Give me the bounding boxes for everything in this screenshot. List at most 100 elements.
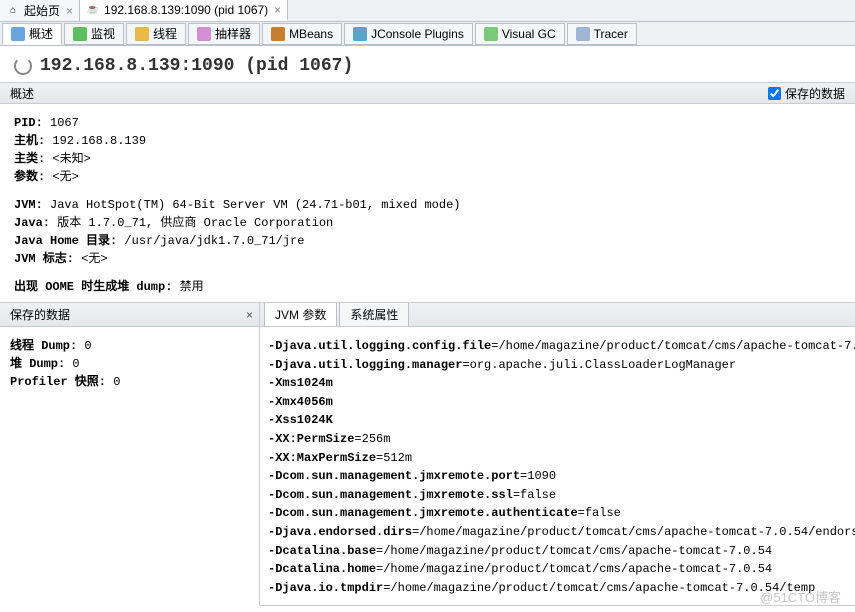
profiler-value: 0 (113, 375, 120, 389)
threads-icon (135, 27, 149, 41)
tab-overview[interactable]: 概述 (2, 23, 62, 45)
jvm-arg-row: -Djava.util.logging.manager=org.apache.j… (268, 356, 847, 375)
jvm-arg-value: =org.apache.juli.ClassLoaderLogManager (462, 358, 736, 372)
tab-threads[interactable]: 线程 (126, 23, 186, 45)
args-label: 参数: (14, 170, 45, 184)
jvm-arg-value: =256m (354, 432, 390, 446)
javahome-value: /usr/java/jdk1.7.0_71/jre (124, 234, 304, 248)
jvmflags-label: JVM 标志: (14, 252, 74, 266)
tab-jconsole[interactable]: JConsole Plugins (344, 23, 473, 45)
mainclass-value: <未知> (52, 152, 90, 166)
tab-mbeans[interactable]: MBeans (262, 23, 342, 45)
host-value: 192.168.8.139 (52, 134, 146, 148)
divider (260, 605, 855, 606)
tab-monitor[interactable]: 监视 (64, 23, 124, 45)
save-data-label: 保存的数据 (785, 85, 845, 102)
oome-label: 出现 OOME 时生成堆 dump: (14, 280, 172, 294)
jvm-arg-key: -Djava.endorsed.dirs (268, 525, 412, 539)
jvm-arg-key: -Djava.io.tmpdir (268, 581, 383, 595)
page-title: 192.168.8.139:1090 (pid 1067) (40, 56, 353, 76)
document-tabs: ⌂ 起始页 × ☕ 192.168.8.139:1090 (pid 1067) … (0, 0, 855, 22)
jvm-arg-key: -Xms1024m (268, 376, 333, 390)
close-icon[interactable]: × (246, 308, 253, 322)
tab-remote-host[interactable]: ☕ 192.168.8.139:1090 (pid 1067) × (80, 0, 288, 21)
jvm-arg-key: -Djava.util.logging.manager (268, 358, 462, 372)
jvm-arg-value: =/home/magazine/product/tomcat/cms/apach… (376, 562, 772, 576)
jvm-arg-row: -XX:MaxPermSize=512m (268, 449, 847, 468)
java-label: Java: (14, 216, 50, 230)
args-value: <无> (52, 170, 78, 184)
jvmflags-value: <无> (81, 252, 107, 266)
pid-value: 1067 (50, 116, 79, 130)
overview-section-bar: 概述 保存的数据 (0, 82, 855, 104)
jvm-label: JVM: (14, 198, 43, 212)
jvm-arg-key: -Xss1024K (268, 413, 333, 427)
javahome-label: Java Home 目录: (14, 234, 117, 248)
tracer-icon (576, 27, 590, 41)
thread-dump-label: 线程 Dump: (10, 339, 77, 353)
jvm-arg-value: =/home/magazine/product/tomcat/cms/apach… (412, 525, 855, 539)
jvm-arg-key: -XX:MaxPermSize (268, 451, 376, 465)
overview-icon (11, 27, 25, 41)
tab-system-properties[interactable]: 系统属性 (339, 303, 409, 326)
jvm-value: Java HotSpot(TM) 64-Bit Server VM (24.71… (50, 198, 460, 212)
heap-dump-value: 0 (72, 357, 79, 371)
jvm-arg-key: -Xmx4056m (268, 395, 333, 409)
jvm-arg-value: =/home/magazine/product/tomcat/cms/apach… (491, 339, 855, 353)
jvm-arg-row: -Xss1024K (268, 411, 847, 430)
tab-jvm-args[interactable]: JVM 参数 (264, 303, 337, 326)
tab-label: 起始页 (24, 2, 60, 19)
jvm-arg-key: -Dcom.sun.management.jmxremote.authentic… (268, 506, 578, 520)
jvm-arg-row: -Djava.endorsed.dirs=/home/magazine/prod… (268, 523, 847, 542)
visualgc-icon (484, 27, 498, 41)
host-label: 主机: (14, 134, 45, 148)
properties-tabs: JVM 参数 系统属性 (260, 303, 855, 327)
save-data-checkbox[interactable]: 保存的数据 (768, 85, 845, 102)
tab-label: 192.168.8.139:1090 (pid 1067) (104, 3, 268, 17)
tab-visualgc[interactable]: Visual GC (475, 23, 565, 45)
jvm-arg-value: =/home/magazine/product/tomcat/cms/apach… (376, 544, 772, 558)
jvm-arg-value: =1090 (520, 469, 556, 483)
java-icon: ☕ (86, 3, 100, 17)
view-tabs: 概述 监视 线程 抽样器 MBeans JConsole Plugins Vis… (0, 22, 855, 46)
jvm-arg-key: -Dcom.sun.management.jmxremote.ssl (268, 488, 513, 502)
loading-icon (14, 57, 32, 75)
jvm-arg-key: -Djava.util.logging.config.file (268, 339, 491, 353)
jvm-arg-row: -Djava.util.logging.config.file=/home/ma… (268, 337, 847, 356)
java-value: 版本 1.7.0_71, 供应商 Oracle Corporation (57, 216, 333, 230)
mainclass-label: 主类: (14, 152, 45, 166)
jvm-arg-row: -Dcom.sun.management.jmxremote.port=1090 (268, 467, 847, 486)
sampler-icon (197, 27, 211, 41)
oome-value: 禁用 (180, 280, 204, 294)
close-icon[interactable]: × (66, 4, 73, 18)
monitor-icon (73, 27, 87, 41)
jvm-arg-row: -Dcatalina.home=/home/magazine/product/t… (268, 560, 847, 579)
mbeans-icon (271, 27, 285, 41)
jvm-arg-row: -Dcatalina.base=/home/magazine/product/t… (268, 542, 847, 561)
saved-data-title: 保存的数据 (10, 306, 70, 323)
thread-dump-value: 0 (84, 339, 91, 353)
home-icon: ⌂ (6, 4, 20, 18)
page-header: 192.168.8.139:1090 (pid 1067) (0, 46, 855, 82)
jvm-arg-key: -XX:PermSize (268, 432, 354, 446)
jvm-arg-row: -Djava.io.tmpdir=/home/magazine/product/… (268, 579, 847, 598)
jvm-arg-key: -Dcom.sun.management.jmxremote.port (268, 469, 520, 483)
jconsole-icon (353, 27, 367, 41)
properties-pane: JVM 参数 系统属性 -Djava.util.logging.config.f… (260, 303, 855, 606)
heap-dump-label: 堆 Dump: (10, 357, 65, 371)
jvm-arg-row: -Xmx4056m (268, 393, 847, 412)
saved-data-header: 保存的数据 × (0, 303, 259, 327)
tab-start-page[interactable]: ⌂ 起始页 × (0, 0, 80, 21)
tab-sampler[interactable]: 抽样器 (188, 23, 260, 45)
section-title: 概述 (10, 85, 34, 102)
jvm-arg-key: -Dcatalina.base (268, 544, 376, 558)
tab-tracer[interactable]: Tracer (567, 23, 637, 45)
jvm-arg-value: =false (578, 506, 621, 520)
jvm-arg-row: -XX:PermSize=256m (268, 430, 847, 449)
saved-data-body: 线程 Dump: 0 堆 Dump: 0 Profiler 快照: 0 (0, 327, 259, 401)
close-icon[interactable]: × (274, 3, 281, 17)
jvm-arg-value: =512m (376, 451, 412, 465)
save-data-input[interactable] (768, 87, 781, 100)
saved-data-pane: 保存的数据 × 线程 Dump: 0 堆 Dump: 0 Profiler 快照… (0, 303, 260, 606)
overview-info: PID: 1067 主机: 192.168.8.139 主类: <未知> 参数:… (0, 104, 855, 302)
